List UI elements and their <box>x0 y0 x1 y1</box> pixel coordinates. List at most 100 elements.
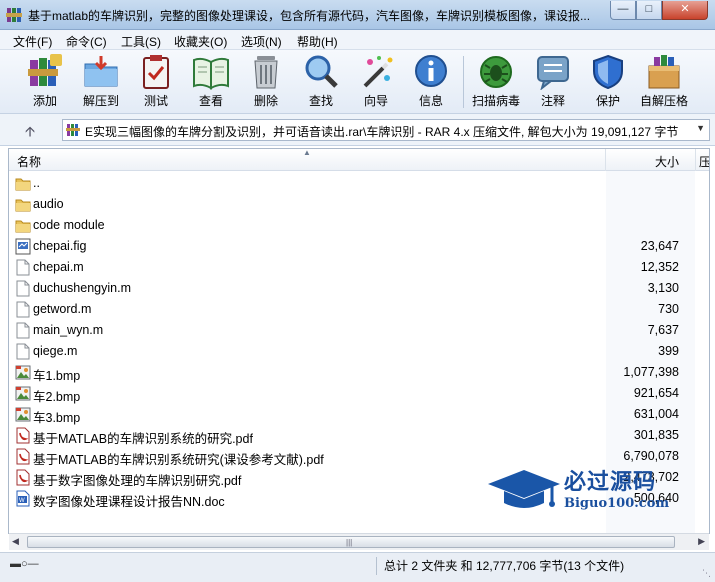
status-bar: ▬○— 总计 2 文件夹 和 12,777,706 字节(13 个文件) ⋱ <box>0 552 715 582</box>
watermark-url: Biguo100.com <box>564 496 670 511</box>
minimize-button[interactable]: — <box>610 1 636 20</box>
drive-key-icon[interactable]: ▬○— <box>10 558 39 570</box>
protect-button[interactable]: 保护 <box>582 52 634 112</box>
view-label: 查看 <box>198 94 223 108</box>
menu-favorites[interactable]: 收藏夹(O) <box>174 33 227 50</box>
find-magnifier-icon <box>305 55 338 88</box>
test-button[interactable]: 测试 <box>130 52 182 112</box>
watermark-title: 必过源码 <box>564 470 657 495</box>
menu-tools[interactable]: 工具(S) <box>121 33 161 50</box>
toolbar-separator <box>463 56 464 108</box>
virus-scan-icon <box>480 56 512 88</box>
toolbar: 添加 解压到 测试 查看 删除 查找 向导 信息 扫描病毒 注释 保护 自解压格 <box>0 50 715 114</box>
file-row[interactable]: audio <box>9 194 709 215</box>
file-name: chepai.m <box>33 260 84 274</box>
scrollbar-thumb[interactable]: ||| <box>27 536 675 548</box>
file-rows: .. audio code module chepai.fig 23,647 chepai… <box>9 173 709 509</box>
scan-virus-button[interactable]: 扫描病毒 <box>470 52 522 112</box>
file-name: 车3.bmp <box>33 411 81 425</box>
file-size: 730 <box>658 302 679 316</box>
column-divider[interactable] <box>695 149 696 171</box>
watermark: 必过源码 Biguo100.com <box>486 462 686 522</box>
column-size[interactable]: 大小 <box>655 153 679 170</box>
find-button[interactable]: 查找 <box>295 52 347 112</box>
column-header: ▲ 名称 大小 压 <box>9 149 709 171</box>
archive-small-icon <box>66 124 80 136</box>
file-row[interactable]: 车2.bmp 921,654 <box>9 383 709 404</box>
file-name: .. <box>33 176 40 190</box>
bitmap-file-icon <box>15 385 31 402</box>
word-doc-icon: W <box>15 490 31 507</box>
column-divider[interactable] <box>605 149 606 171</box>
m-file-icon <box>15 322 31 339</box>
close-button[interactable]: ✕ <box>662 1 708 20</box>
menu-bar: 文件(F) 命令(C) 工具(S) 收藏夹(O) 选项(N) 帮助(H) <box>0 30 715 50</box>
maximize-button[interactable]: □ <box>636 1 662 20</box>
file-row[interactable]: 车3.bmp 631,004 <box>9 404 709 425</box>
comment-label: 注释 <box>540 94 565 108</box>
wizard-button[interactable]: 向导 <box>350 52 402 112</box>
bitmap-file-icon <box>15 364 31 381</box>
wizard-wand-icon <box>363 56 393 88</box>
scroll-left-icon[interactable]: ◀ <box>12 536 19 547</box>
protect-label: 保护 <box>595 94 620 108</box>
sfx-label: 自解压格 <box>639 94 688 108</box>
folder-icon <box>15 217 31 234</box>
file-size: 921,654 <box>633 386 679 400</box>
file-row[interactable]: main_wyn.m 7,637 <box>9 320 709 341</box>
chevron-down-icon[interactable]: ▼ <box>696 123 705 133</box>
horizontal-scrollbar[interactable]: ◀ ||| ▶ <box>9 533 709 550</box>
wizard-label: 向导 <box>363 94 388 108</box>
file-size: 7,637 <box>647 323 679 337</box>
file-row[interactable]: duchushengyin.m 3,130 <box>9 278 709 299</box>
menu-file[interactable]: 文件(F) <box>13 33 52 50</box>
resize-grip-icon[interactable]: ⋱ <box>702 568 711 579</box>
up-arrow-icon[interactable]: 🡩 <box>20 121 40 139</box>
add-button[interactable]: 添加 <box>19 52 71 112</box>
file-size: 6,790,078 <box>623 449 679 463</box>
delete-button[interactable]: 删除 <box>240 52 292 112</box>
pdf-file-icon <box>15 448 31 465</box>
info-label: 信息 <box>418 94 443 108</box>
file-row[interactable]: chepai.m 12,352 <box>9 257 709 278</box>
address-field[interactable]: E实现三幅图像的车牌分割及识别，并可语音读出.rar\车牌识别 - RAR 4.… <box>62 119 710 141</box>
file-row[interactable]: .. <box>9 173 709 194</box>
comment-button[interactable]: 注释 <box>527 52 579 112</box>
pdf-file-icon <box>15 469 31 486</box>
file-name: 基于MATLAB的车牌识别系统的研究.pdf <box>33 432 253 446</box>
sfx-button[interactable]: 自解压格 <box>638 52 690 112</box>
menu-command[interactable]: 命令(C) <box>66 33 107 50</box>
delete-label: 删除 <box>253 94 278 108</box>
menu-options[interactable]: 选项(N) <box>241 33 282 50</box>
find-label: 查找 <box>308 94 333 108</box>
column-packed[interactable]: 压 <box>699 153 709 170</box>
file-row[interactable]: getword.m 730 <box>9 299 709 320</box>
file-size: 12,352 <box>640 260 679 274</box>
file-row[interactable]: 基于MATLAB的车牌识别系统的研究.pdf 301,835 <box>9 425 709 446</box>
test-label: 测试 <box>143 94 168 108</box>
file-row[interactable]: qiege.m 399 <box>9 341 709 362</box>
info-button[interactable]: 信息 <box>405 52 457 112</box>
scroll-right-icon[interactable]: ▶ <box>698 536 705 547</box>
title-bar: 基于matlab的车牌识别，完整的图像处理课设，包含所有源代码，汽车图像，车牌识… <box>0 0 715 30</box>
file-name: 数字图像处理课程设计报告NN.doc <box>33 495 225 509</box>
file-row[interactable]: chepai.fig 23,647 <box>9 236 709 257</box>
file-row[interactable]: code module <box>9 215 709 236</box>
extract-button[interactable]: 解压到 <box>75 52 127 112</box>
view-button[interactable]: 查看 <box>185 52 237 112</box>
file-size: 3,130 <box>647 281 679 295</box>
file-row[interactable]: 车1.bmp 1,077,398 <box>9 362 709 383</box>
file-size: 1,077,398 <box>623 365 679 379</box>
m-file-icon <box>15 280 31 297</box>
file-name: qiege.m <box>33 344 78 358</box>
extract-folder-icon <box>84 56 118 87</box>
shield-icon <box>593 54 623 90</box>
folder-up-icon <box>15 175 31 192</box>
sort-arrow-icon: ▲ <box>303 148 311 157</box>
menu-help[interactable]: 帮助(H) <box>297 33 338 50</box>
column-name[interactable]: 名称 <box>17 153 41 170</box>
view-book-icon <box>193 57 229 90</box>
scan-label: 扫描病毒 <box>471 94 520 108</box>
m-file-icon <box>15 259 31 276</box>
file-name: 基于MATLAB的车牌识别系统研究(课设参考文献).pdf <box>33 453 324 467</box>
